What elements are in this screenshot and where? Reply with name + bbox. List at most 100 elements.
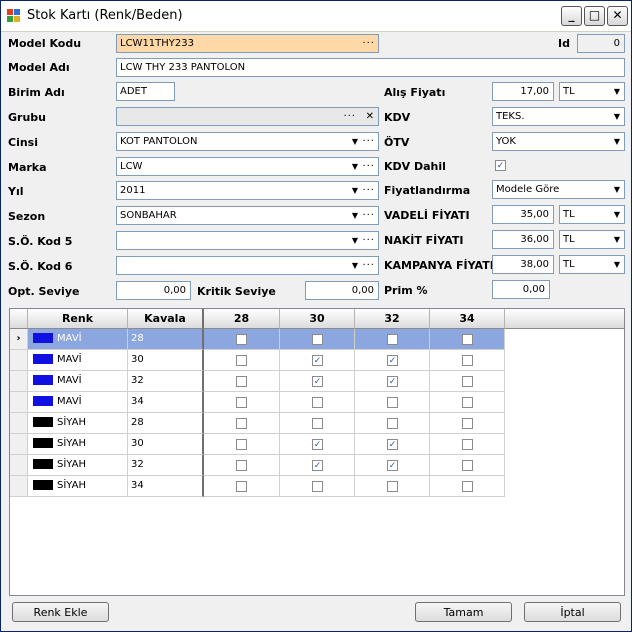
kavala-cell[interactable]: 34 bbox=[128, 392, 204, 413]
so-kod5-browse-button[interactable]: ··· bbox=[362, 232, 375, 249]
chevron-down-icon[interactable]: ▼ bbox=[614, 231, 620, 248]
size-checkbox[interactable] bbox=[387, 397, 398, 408]
table-row[interactable]: MAVİ 34 bbox=[10, 392, 505, 413]
row-selector[interactable]: › bbox=[10, 329, 28, 350]
kritik-seviye-input[interactable]: 0,00 bbox=[305, 281, 379, 300]
table-row[interactable]: › MAVİ 28 bbox=[10, 329, 505, 350]
size-checkbox[interactable] bbox=[387, 481, 398, 492]
size-checkbox[interactable]: ✓ bbox=[387, 439, 398, 450]
size-checkbox[interactable]: ✓ bbox=[312, 376, 323, 387]
size-checkbox[interactable]: ✓ bbox=[312, 439, 323, 450]
size-checkbox[interactable] bbox=[462, 460, 473, 471]
size-checkbox[interactable]: ✓ bbox=[312, 460, 323, 471]
title-bar[interactable]: Stok Kartı (Renk/Beden) _ □ ✕ bbox=[1, 1, 631, 32]
table-row[interactable]: MAVİ 30 ✓ ✓ bbox=[10, 350, 505, 371]
chevron-down-icon[interactable]: ▼ bbox=[614, 256, 620, 273]
size-checkbox[interactable] bbox=[387, 334, 398, 345]
marka-browse-button[interactable]: ··· bbox=[362, 158, 375, 175]
grid-header-size-34[interactable]: 34 bbox=[430, 309, 505, 329]
chevron-down-icon[interactable]: ▼ bbox=[352, 257, 358, 274]
clear-icon[interactable]: ✕ bbox=[366, 108, 375, 125]
size-checkbox[interactable] bbox=[462, 481, 473, 492]
nakit-currency-select[interactable]: TL ▼ bbox=[559, 230, 625, 249]
grid-header-size-28[interactable]: 28 bbox=[204, 309, 280, 329]
yil-select[interactable]: 2011 ▼ ··· bbox=[116, 181, 379, 200]
renk-cell[interactable]: MAVİ bbox=[28, 371, 128, 392]
iptal-button[interactable]: İptal bbox=[524, 602, 621, 622]
size-checkbox[interactable] bbox=[236, 481, 247, 492]
size-checkbox[interactable]: ✓ bbox=[387, 460, 398, 471]
chevron-down-icon[interactable]: ▼ bbox=[352, 182, 358, 199]
cinsi-browse-button[interactable]: ··· bbox=[362, 133, 375, 150]
size-checkbox[interactable]: ✓ bbox=[312, 355, 323, 366]
size-checkbox[interactable] bbox=[236, 334, 247, 345]
renk-ekle-button[interactable]: Renk Ekle bbox=[12, 602, 109, 622]
grid-header-size-32[interactable]: 32 bbox=[355, 309, 430, 329]
grid-header-kavala[interactable]: Kavala bbox=[128, 309, 204, 329]
kavala-cell[interactable]: 28 bbox=[128, 413, 204, 434]
kavala-cell[interactable]: 34 bbox=[128, 476, 204, 497]
model-adi-input[interactable]: LCW THY 233 PANTOLON bbox=[116, 58, 625, 77]
size-checkbox[interactable] bbox=[462, 439, 473, 450]
fiyatlandirma-select[interactable]: Modele Göre ▼ bbox=[492, 180, 625, 199]
kavala-cell[interactable]: 32 bbox=[128, 371, 204, 392]
size-checkbox[interactable]: ✓ bbox=[387, 376, 398, 387]
opt-seviye-input[interactable]: 0,00 bbox=[116, 281, 191, 300]
size-checkbox[interactable] bbox=[312, 418, 323, 429]
sezon-browse-button[interactable]: ··· bbox=[362, 207, 375, 224]
size-checkbox[interactable] bbox=[236, 376, 247, 387]
so-kod6-select[interactable]: ▼ ··· bbox=[116, 256, 379, 275]
yil-browse-button[interactable]: ··· bbox=[362, 182, 375, 199]
chevron-down-icon[interactable]: ▼ bbox=[352, 232, 358, 249]
chevron-down-icon[interactable]: ▼ bbox=[352, 133, 358, 150]
chevron-down-icon[interactable]: ▼ bbox=[614, 108, 620, 125]
model-kodu-input[interactable]: LCW11THY233 ··· bbox=[116, 34, 379, 53]
vadeli-fiyati-input[interactable]: 35,00 bbox=[492, 205, 554, 224]
table-row[interactable]: SİYAH 34 bbox=[10, 476, 505, 497]
renk-cell[interactable]: SİYAH bbox=[28, 434, 128, 455]
renk-beden-grid[interactable]: Renk Kavala 28 30 32 34 › MAVİ 28 MAVİ 30 ✓ ✓ M… bbox=[9, 308, 625, 596]
close-button[interactable]: ✕ bbox=[607, 6, 628, 26]
size-checkbox[interactable] bbox=[312, 334, 323, 345]
renk-cell[interactable]: MAVİ bbox=[28, 350, 128, 371]
row-selector[interactable] bbox=[10, 434, 28, 455]
row-selector[interactable] bbox=[10, 476, 28, 497]
size-checkbox[interactable] bbox=[236, 418, 247, 429]
size-checkbox[interactable] bbox=[462, 355, 473, 366]
chevron-down-icon[interactable]: ▼ bbox=[614, 181, 620, 198]
renk-cell[interactable]: SİYAH bbox=[28, 455, 128, 476]
renk-cell[interactable]: SİYAH bbox=[28, 413, 128, 434]
so-kod6-browse-button[interactable]: ··· bbox=[362, 257, 375, 274]
table-row[interactable]: MAVİ 32 ✓ ✓ bbox=[10, 371, 505, 392]
size-checkbox[interactable] bbox=[462, 397, 473, 408]
size-checkbox[interactable] bbox=[312, 397, 323, 408]
row-selector[interactable] bbox=[10, 413, 28, 434]
table-row[interactable]: SİYAH 32 ✓ ✓ bbox=[10, 455, 505, 476]
table-row[interactable]: SİYAH 30 ✓ ✓ bbox=[10, 434, 505, 455]
size-checkbox[interactable] bbox=[462, 334, 473, 345]
chevron-down-icon[interactable]: ▼ bbox=[614, 206, 620, 223]
kdv-dahil-checkbox[interactable]: ✓ bbox=[495, 160, 506, 171]
size-checkbox[interactable] bbox=[236, 397, 247, 408]
so-kod5-select[interactable]: ▼ ··· bbox=[116, 231, 379, 250]
size-checkbox[interactable] bbox=[236, 355, 247, 366]
kavala-cell[interactable]: 28 bbox=[128, 329, 204, 350]
alis-fiyati-input[interactable]: 17,00 bbox=[492, 82, 554, 101]
renk-cell[interactable]: MAVİ bbox=[28, 329, 128, 350]
size-checkbox[interactable] bbox=[387, 418, 398, 429]
renk-cell[interactable]: MAVİ bbox=[28, 392, 128, 413]
table-row[interactable]: SİYAH 28 bbox=[10, 413, 505, 434]
cinsi-select[interactable]: KOT PANTOLON ▼ ··· bbox=[116, 132, 379, 151]
size-checkbox[interactable] bbox=[312, 481, 323, 492]
kavala-cell[interactable]: 30 bbox=[128, 350, 204, 371]
grid-header-size-30[interactable]: 30 bbox=[280, 309, 355, 329]
grid-header-renk[interactable]: Renk bbox=[28, 309, 128, 329]
vadeli-currency-select[interactable]: TL ▼ bbox=[559, 205, 625, 224]
kampanya-fiyati-input[interactable]: 38,00 bbox=[492, 255, 554, 274]
minimize-button[interactable]: _ bbox=[561, 6, 582, 26]
birim-adi-input[interactable]: ADET bbox=[116, 82, 175, 101]
grubu-browse-button[interactable]: ··· bbox=[343, 108, 356, 125]
model-kodu-browse-button[interactable]: ··· bbox=[362, 35, 375, 52]
chevron-down-icon[interactable]: ▼ bbox=[352, 158, 358, 175]
grubu-input[interactable]: ··· ✕ bbox=[116, 107, 379, 126]
